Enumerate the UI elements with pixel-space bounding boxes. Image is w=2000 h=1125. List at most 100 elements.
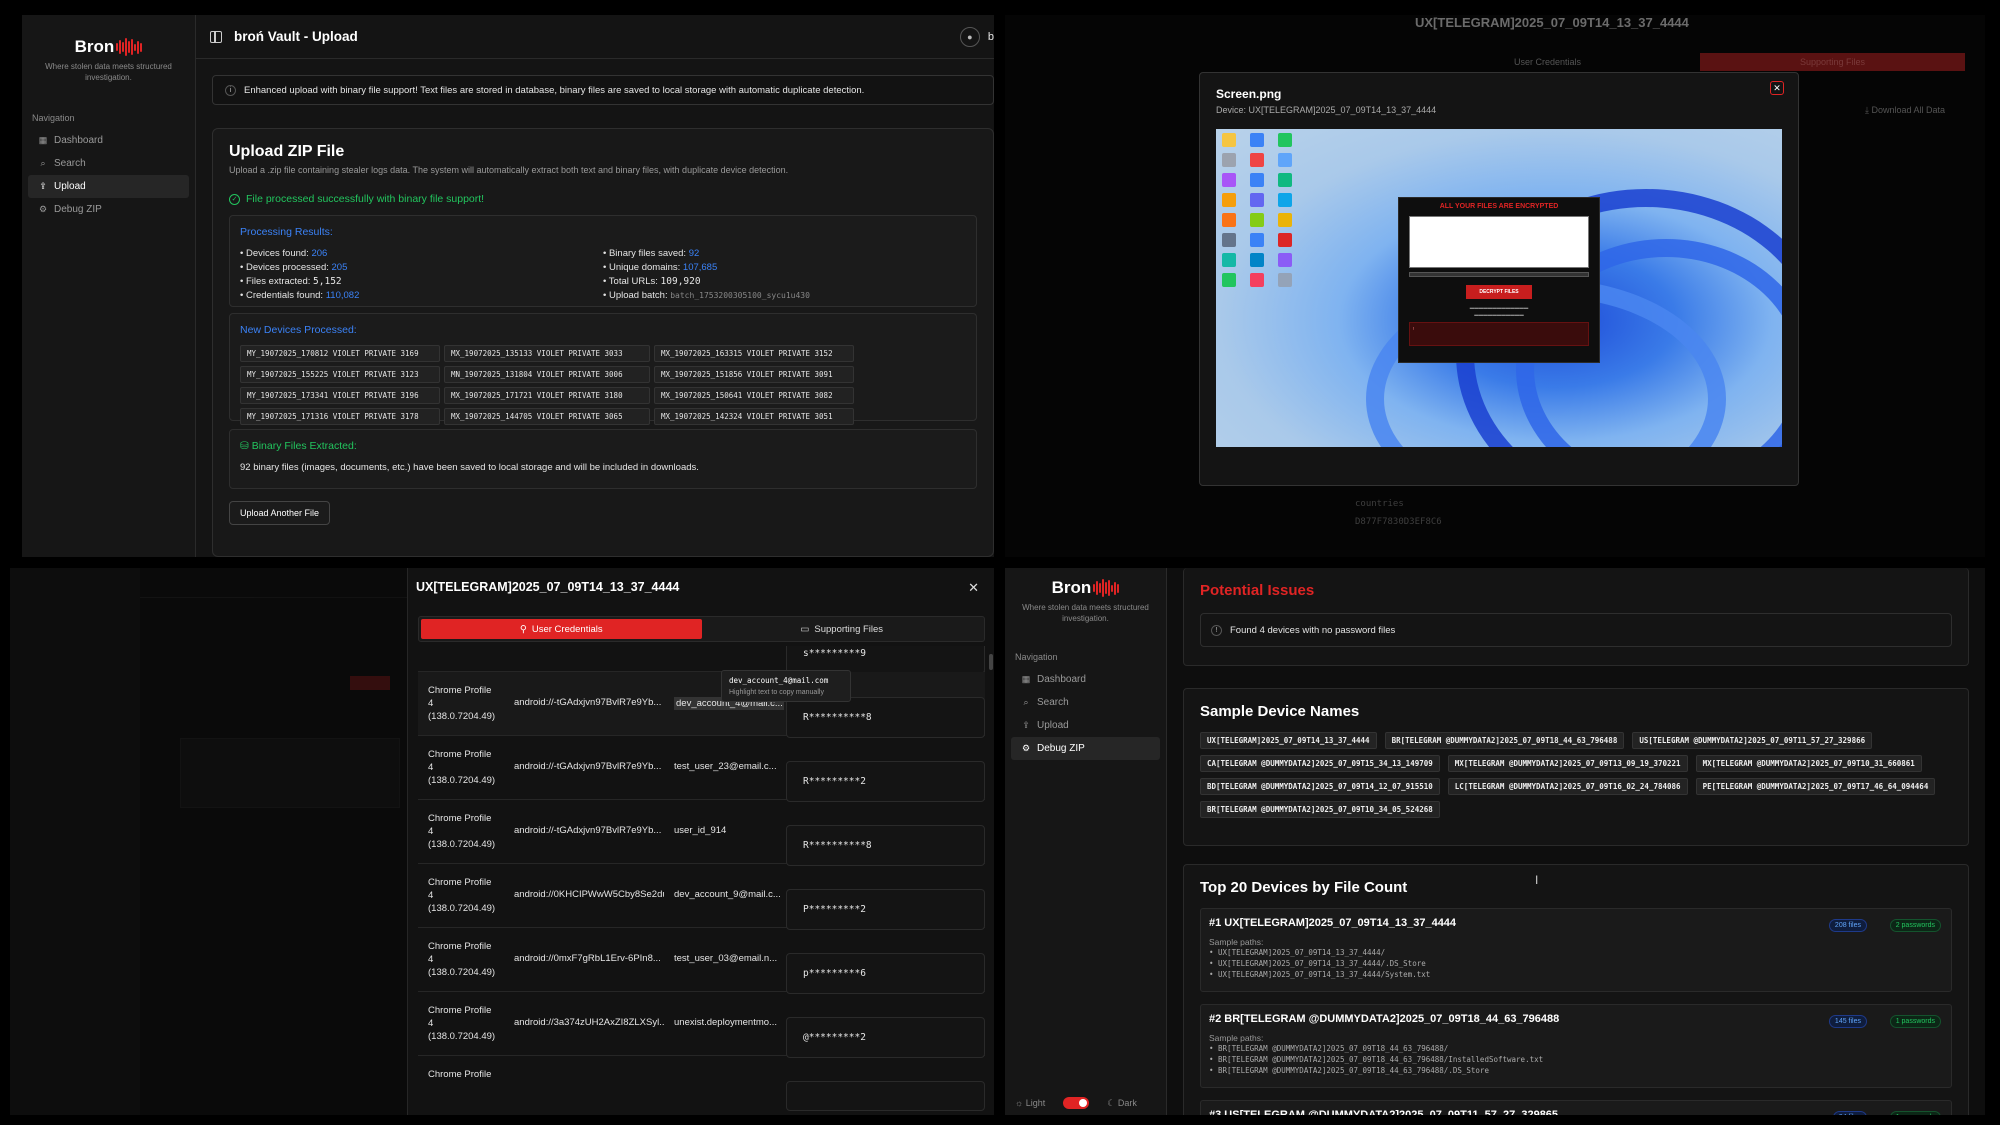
table-row[interactable]: Chrome Profile: [418, 1056, 985, 1115]
copy-tooltip: dev_account_4@mail.com Highlight text to…: [721, 670, 851, 702]
ransom-window: ALL YOUR FILES ARE ENCRYPTED DECRYPT FIL…: [1398, 197, 1600, 363]
nav-label: Dashboard: [54, 135, 103, 146]
bg-tab-credentials[interactable]: User Credentials: [1415, 53, 1680, 71]
desktop-app-icon: [1250, 153, 1264, 167]
device-name-chip: BR[TELEGRAM @DUMMYDATA2]2025_07_09T10_34…: [1200, 801, 1440, 818]
nav-heading: Navigation: [1015, 652, 1058, 662]
theme-toggle[interactable]: [1063, 1097, 1090, 1109]
user-icon[interactable]: ●: [959, 27, 980, 47]
download-all-button[interactable]: ⤓ Download All Data: [1865, 105, 1945, 116]
password-cell[interactable]: p*********6: [786, 953, 985, 994]
device-item[interactable]: #3 US[TELEGRAM @DUMMYDATA2]2025_07_09T11…: [1200, 1100, 1952, 1115]
nav-item-search[interactable]: ⌕ Search: [1011, 691, 1160, 714]
desktop-app-icon: [1250, 193, 1264, 207]
sample-path: • UX[TELEGRAM]2025_07_09T14_13_37_4444/.…: [1209, 959, 1426, 968]
credentials-panel: UX[TELEGRAM]2025_07_09T14_13_37_4444 ✕ ⚲…: [10, 568, 994, 1115]
nav-item-dashboard[interactable]: ▦ Dashboard: [28, 129, 189, 152]
tab-user-credentials[interactable]: ⚲ User Credentials: [421, 619, 702, 639]
user-initial[interactable]: b: [988, 31, 994, 43]
bug-icon: ⚙: [38, 204, 48, 214]
sidebar-toggle-icon[interactable]: [210, 30, 222, 43]
table-row[interactable]: Chrome Profile 4 (138.0.7204.49) android:…: [418, 928, 985, 994]
password-cell[interactable]: P*********2: [786, 889, 985, 930]
theme-dark-label: ☾ Dark: [1107, 1097, 1137, 1108]
device-name-chip: US[TELEGRAM @DUMMYDATA2]2025_07_09T11_57…: [1632, 732, 1873, 749]
ransom-button: DECRYPT FILES: [1466, 285, 1532, 299]
brand-logo[interactable]: Bron: [1005, 578, 1166, 598]
nav-item-upload[interactable]: ⇪ Upload: [1011, 714, 1160, 737]
close-icon[interactable]: ✕: [1770, 81, 1784, 95]
binary-text: 92 binary files (images, documents, etc.…: [240, 462, 699, 473]
new-devices-title: New Devices Processed:: [240, 324, 357, 336]
tagline: Where stolen data meets structured inves…: [45, 62, 172, 82]
password-cell[interactable]: @*********2: [786, 1017, 985, 1058]
result-total-urls: • Total URLs: 109,920: [603, 276, 701, 287]
desktop-app-icon: [1278, 153, 1292, 167]
desktop-app-icon: [1222, 273, 1236, 287]
tree-item[interactable]: D877F7830D3EF8C6: [1355, 513, 1442, 531]
nav-item-debug-zip[interactable]: ⚙ Debug ZIP: [1011, 737, 1160, 760]
credentials-modal: UX[TELEGRAM]2025_07_09T14_13_37_4444 ✕ ⚲…: [407, 568, 994, 1115]
url-cell[interactable]: android://0mxF7gRbL1Erv-6PIn8...: [514, 953, 664, 964]
result-binary-saved: • Binary files saved: 92: [603, 248, 700, 259]
password-cell[interactable]: R**********8: [786, 825, 985, 866]
modal-device: Device: UX[TELEGRAM]2025_07_09T14_13_37_…: [1216, 105, 1437, 115]
url-cell[interactable]: android://-tGAdxjvn97BvlR7e9Yb...: [514, 825, 664, 836]
nav-item-upload[interactable]: ⇪ Upload: [28, 175, 189, 198]
user-icon: ⚲: [519, 623, 527, 635]
url-cell[interactable]: android://0KHCIPWwW5Cby8Se2duj...: [514, 889, 664, 900]
upload-another-button[interactable]: Upload Another File: [229, 501, 331, 525]
device-item[interactable]: #2 BR[TELEGRAM @DUMMYDATA2]2025_07_09T18…: [1200, 1004, 1952, 1088]
info-icon: i: [225, 84, 236, 96]
username-cell[interactable]: test_user_23@email.c...: [674, 761, 784, 772]
username-cell[interactable]: dev_account_9@mail.c...: [674, 889, 784, 900]
close-icon[interactable]: ✕: [968, 580, 979, 596]
table-row[interactable]: Chrome Profile 4 (138.0.7204.49) android:…: [418, 992, 985, 1058]
credentials-table: 4 (138.0.7204.49)android://_-5G58qAGPX-P…: [418, 646, 985, 1115]
issues-title: Potential Issues: [1200, 582, 1315, 599]
nav-item-dashboard[interactable]: ▦ Dashboard: [1011, 668, 1160, 691]
table-row[interactable]: 4 (138.0.7204.49)android://_-5G58qAGPX-P…: [418, 646, 985, 674]
table-row[interactable]: Chrome Profile 4 (138.0.7204.49) android:…: [418, 864, 985, 930]
username-cell[interactable]: unexist.deploymentmo...: [674, 1017, 784, 1028]
password-cell[interactable]: [786, 1081, 985, 1111]
device-chip: MY_19072025_171316 VIOLET PRIVATE 3178: [240, 408, 440, 425]
scrollbar[interactable]: [989, 654, 993, 670]
tab-supporting-files[interactable]: ▭ Supporting Files: [702, 619, 983, 639]
table-row[interactable]: Chrome Profile 4 (138.0.7204.49) android:…: [418, 800, 985, 866]
file-icon: ⛁: [240, 440, 252, 452]
device-name-chip: MX[TELEGRAM @DUMMYDATA2]2025_07_09T10_31…: [1695, 755, 1922, 772]
password-cell[interactable]: R*********2: [786, 761, 985, 802]
device-item[interactable]: #1 UX[TELEGRAM]2025_07_09T14_13_37_4444 2…: [1200, 908, 1952, 992]
desktop-app-icon: [1278, 133, 1292, 147]
device-name-chip: UX[TELEGRAM]2025_07_09T14_13_37_4444: [1200, 732, 1377, 749]
desktop-app-icon: [1222, 153, 1236, 167]
url-cell[interactable]: android://3a374zUH2AxZI8ZLXSyl...: [514, 1017, 664, 1028]
url-cell[interactable]: android://-tGAdxjvn97BvlR7e9Yb...: [514, 697, 664, 708]
browser-cell: Chrome Profile 4 (138.0.7204.49): [428, 1005, 496, 1042]
nav-item-search[interactable]: ⌕ Search: [28, 152, 189, 175]
table-row[interactable]: Chrome Profile 4 (138.0.7204.49) android:…: [418, 736, 985, 802]
username-cell[interactable]: test_user_03@email.n...: [674, 953, 784, 964]
tree-item[interactable]: countries: [1355, 495, 1442, 513]
sample-paths-label: Sample paths:: [1209, 937, 1264, 947]
desktop-app-icon: [1278, 273, 1292, 287]
bg-tab-files[interactable]: Supporting Files: [1700, 53, 1965, 71]
theme-switcher: ☼ Light ☾ Dark: [1015, 1097, 1137, 1109]
nav-label: Search: [1037, 697, 1069, 708]
success-message: ✓ File processed successfully with binary…: [229, 193, 977, 205]
desktop-app-icon: [1222, 133, 1236, 147]
username-cell[interactable]: user_id_914: [674, 825, 784, 836]
desktop-app-icon: [1250, 213, 1264, 227]
password-cell[interactable]: R**********8: [786, 697, 985, 738]
moon-icon: ☾: [1107, 1097, 1118, 1108]
main-content: Potential Issues ! Found 4 devices with n…: [1183, 568, 1969, 1115]
table-row[interactable]: Chrome Profile 4 (138.0.7204.49) android:…: [418, 672, 985, 738]
device-chip: MX_19072025_150641 VIOLET PRIVATE 3082: [654, 387, 854, 404]
browser-cell: Chrome Profile 4 (138.0.7204.49): [428, 877, 496, 914]
url-cell[interactable]: android://-tGAdxjvn97BvlR7e9Yb...: [514, 761, 664, 772]
desktop-app-icon: [1278, 233, 1292, 247]
desktop-app-icon: [1222, 173, 1236, 187]
nav-item-debug-zip[interactable]: ⚙ Debug ZIP: [28, 198, 189, 221]
brand-logo[interactable]: Bron: [22, 37, 195, 57]
